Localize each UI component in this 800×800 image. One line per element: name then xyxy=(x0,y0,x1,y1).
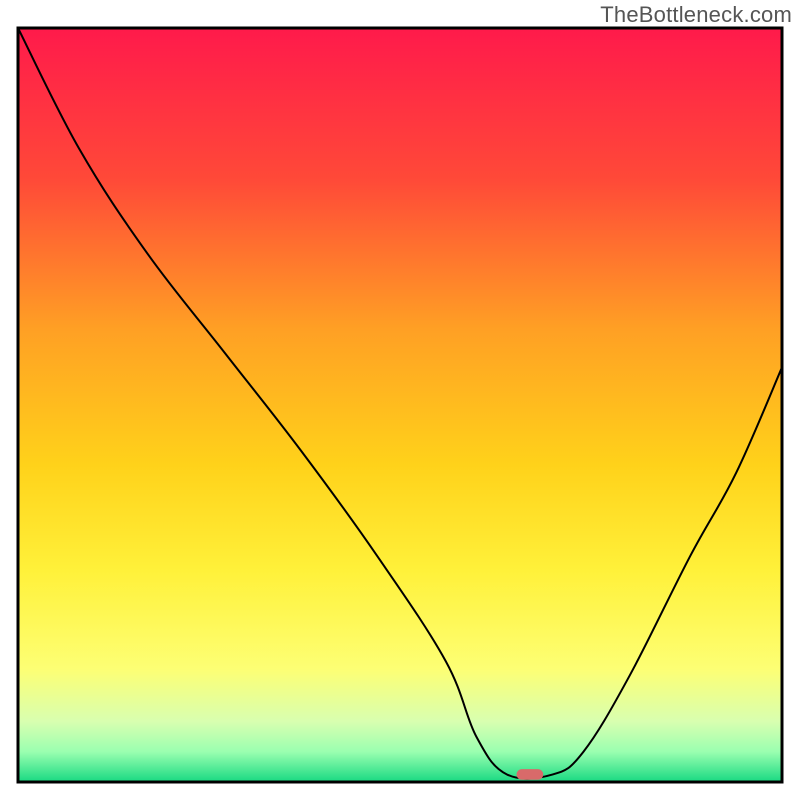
optimal-marker xyxy=(517,769,544,780)
watermark-text: TheBottleneck.com xyxy=(600,2,792,28)
heatmap-background xyxy=(18,28,782,782)
chart-container: TheBottleneck.com xyxy=(0,0,800,800)
bottleneck-chart xyxy=(0,0,800,800)
